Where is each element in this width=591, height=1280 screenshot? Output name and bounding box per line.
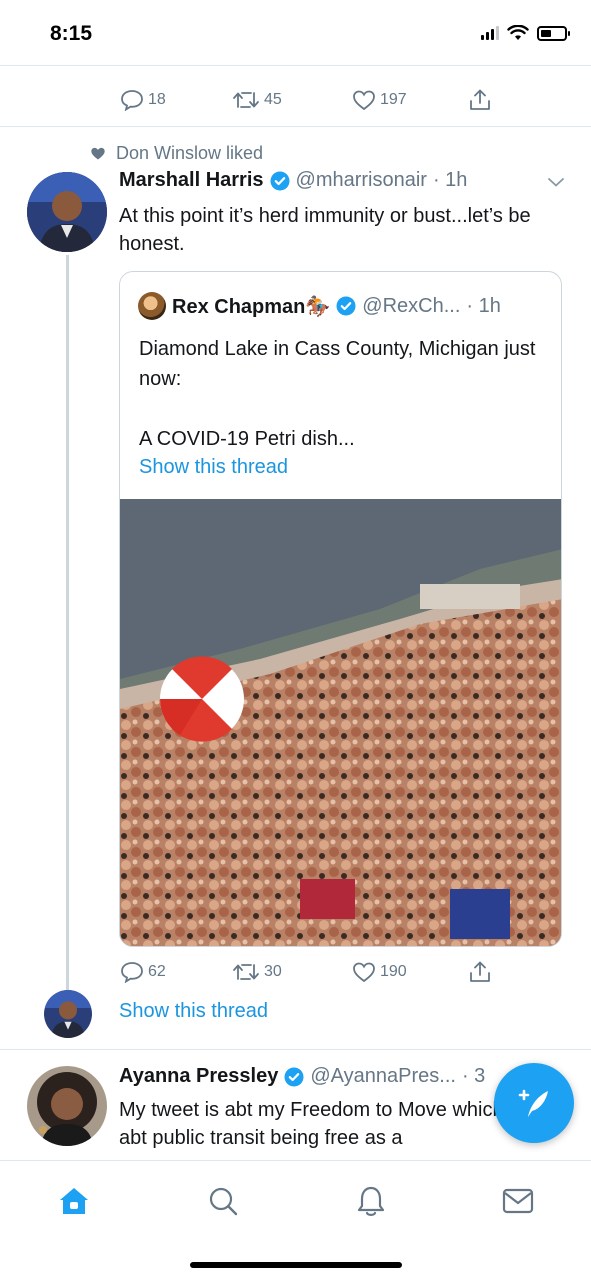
thread-line xyxy=(66,255,69,990)
quoted-time: · 1h xyxy=(466,294,501,317)
home-icon xyxy=(60,1188,88,1214)
quoted-media-video[interactable] xyxy=(120,499,561,946)
status-time: 8:15 xyxy=(50,22,93,45)
like-count: 197 xyxy=(380,91,407,108)
show-thread-link[interactable]: Show this thread xyxy=(119,1000,268,1023)
like-button[interactable]: 190 xyxy=(352,961,468,983)
tweet-actions: 62 30 190 xyxy=(120,960,492,984)
home-indicator xyxy=(190,1262,402,1268)
verified-badge-icon xyxy=(284,1067,304,1086)
author-name[interactable]: Marshall Harris xyxy=(119,169,264,192)
search-icon xyxy=(209,1187,238,1216)
retweet-icon xyxy=(233,92,259,108)
reply-count: 18 xyxy=(148,91,166,108)
avatar[interactable] xyxy=(27,172,107,252)
heart-icon xyxy=(353,962,375,983)
tweet-header: Marshall Harris @mharrisonair · 1h xyxy=(119,169,467,192)
divider xyxy=(0,65,591,66)
avatar-image xyxy=(27,172,107,252)
cellular-signal-icon xyxy=(481,26,499,40)
retweet-button[interactable]: 45 xyxy=(232,89,352,111)
prev-tweet-actions: 18 45 197 xyxy=(120,88,492,112)
retweet-count: 45 xyxy=(264,91,282,108)
chevron-down-icon[interactable] xyxy=(547,176,565,188)
author-name[interactable]: Ayanna Pressley xyxy=(119,1065,278,1088)
reply-count: 62 xyxy=(148,963,166,980)
avatar[interactable] xyxy=(27,1066,107,1146)
avatar-small[interactable] xyxy=(44,990,92,1038)
quoted-handle: @RexCh... xyxy=(362,294,461,317)
reply-button[interactable]: 62 xyxy=(120,961,232,983)
quoted-show-thread-link[interactable]: Show this thread xyxy=(139,456,288,479)
tweet-text: My tweet is abt my Freedom to Move which… xyxy=(119,1099,524,1149)
share-icon xyxy=(470,89,490,110)
verified-badge-icon xyxy=(336,296,356,316)
divider xyxy=(0,1049,591,1050)
status-icons xyxy=(481,25,570,41)
like-count: 190 xyxy=(380,963,407,980)
retweet-count: 30 xyxy=(264,963,282,980)
crowd-image xyxy=(120,499,561,946)
verified-badge-icon xyxy=(270,171,290,190)
reply-icon xyxy=(121,962,143,983)
heart-filled-icon xyxy=(91,147,105,160)
reply-button[interactable]: 18 xyxy=(120,89,232,111)
author-handle[interactable]: @mharrisonair xyxy=(296,169,427,192)
quoted-avatar xyxy=(138,292,166,320)
like-button[interactable]: 197 xyxy=(352,89,468,111)
divider xyxy=(0,126,591,127)
retweet-icon xyxy=(233,964,259,980)
share-button[interactable] xyxy=(468,960,492,984)
compose-tweet-button[interactable] xyxy=(494,1063,574,1143)
share-button[interactable] xyxy=(468,88,492,112)
tweet-text: At this point it’s herd immunity or bust… xyxy=(119,205,531,255)
share-icon xyxy=(470,961,490,982)
tweet-time: · 3 xyxy=(461,1065,486,1087)
battery-icon xyxy=(537,25,570,41)
tab-search[interactable] xyxy=(203,1181,243,1221)
quoted-tweet-text: Diamond Lake in Cass County, Michigan ju… xyxy=(139,338,536,450)
mail-icon xyxy=(502,1188,534,1214)
reply-icon xyxy=(121,90,143,111)
avatar-image xyxy=(27,1066,107,1146)
quoted-tweet-card[interactable]: Rex Chapman🏇🏼 @RexCh... · 1h Diamond Lak… xyxy=(119,271,562,947)
bell-icon xyxy=(357,1186,385,1216)
compose-feather-icon xyxy=(518,1089,548,1117)
avatar-image xyxy=(44,990,92,1038)
tweet-header: Ayanna Pressley @AyannaPres... · 3 xyxy=(119,1065,485,1088)
heart-icon xyxy=(353,90,375,111)
battery-level xyxy=(541,29,551,37)
wifi-icon xyxy=(507,25,529,40)
tab-messages[interactable] xyxy=(498,1181,538,1221)
tweet-time: · 1h xyxy=(432,169,468,191)
liked-by-text: Don Winslow liked xyxy=(116,143,264,163)
quoted-tweet-header: Rex Chapman🏇🏼 @RexCh... · 1h xyxy=(138,292,501,320)
tab-notifications[interactable] xyxy=(351,1181,391,1221)
author-handle[interactable]: @AyannaPres... xyxy=(310,1065,456,1088)
social-context: Don Winslow liked xyxy=(90,143,263,164)
status-bar: 8:15 xyxy=(0,0,591,66)
retweet-button[interactable]: 30 xyxy=(232,961,352,983)
quoted-author-name: Rex Chapman🏇🏼 xyxy=(172,295,331,318)
tab-home[interactable] xyxy=(54,1181,94,1221)
